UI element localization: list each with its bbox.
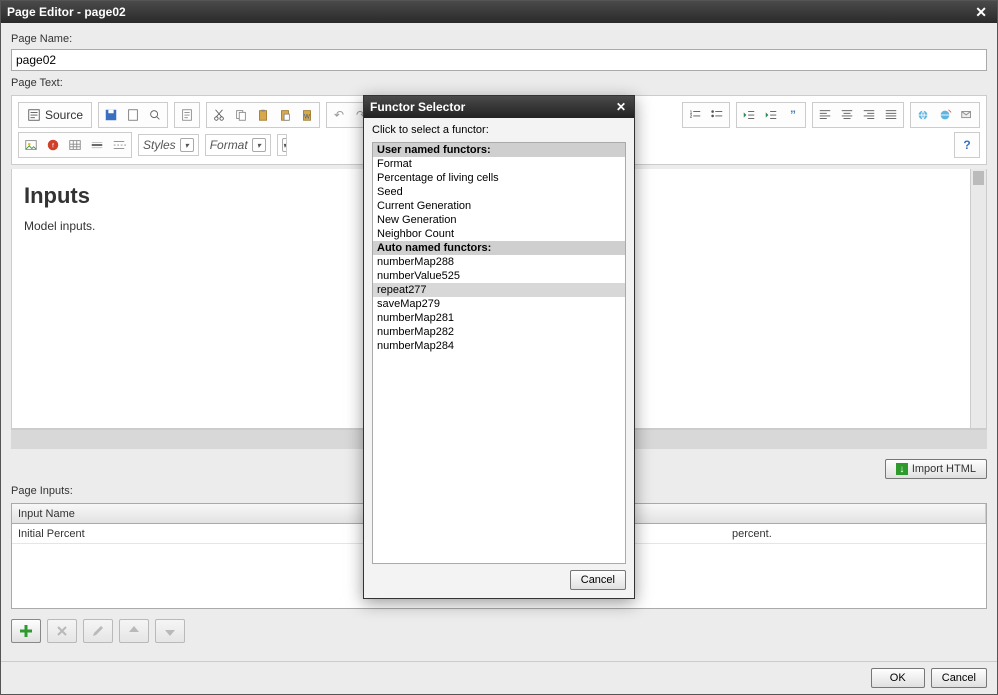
edit-input-button[interactable]: [83, 619, 113, 643]
window-title: Page Editor - page02: [7, 5, 126, 19]
functor-item[interactable]: numberMap282: [373, 325, 625, 339]
outdent-icon[interactable]: [739, 105, 759, 125]
add-input-button[interactable]: [11, 619, 41, 643]
unlink-icon[interactable]: [935, 105, 955, 125]
align-center-icon[interactable]: [837, 105, 857, 125]
indent-icon[interactable]: [761, 105, 781, 125]
titlebar: Page Editor - page02 ✕: [1, 1, 997, 23]
modal-titlebar: Functor Selector ✕: [364, 96, 634, 118]
align-justify-icon[interactable]: [881, 105, 901, 125]
ordered-list-icon[interactable]: 12: [685, 105, 705, 125]
link-icon[interactable]: [913, 105, 933, 125]
modal-title: Functor Selector: [370, 100, 465, 114]
page-name-label: Page Name:: [11, 33, 987, 45]
table-icon[interactable]: [65, 135, 85, 155]
input-name-cell: Initial Percent: [12, 524, 362, 543]
functor-item[interactable]: repeat277: [373, 283, 625, 297]
functor-group-header: User named functors:: [373, 143, 625, 157]
svg-text:W: W: [304, 114, 310, 121]
move-up-button[interactable]: [119, 619, 149, 643]
svg-text:f: f: [52, 143, 54, 150]
paste-text-icon[interactable]: [275, 105, 295, 125]
blockquote-icon[interactable]: ”: [783, 105, 803, 125]
flash-icon[interactable]: f: [43, 135, 63, 155]
cut-icon[interactable]: [209, 105, 229, 125]
editor-scrollbar[interactable]: [970, 169, 986, 428]
help-icon[interactable]: ?: [957, 135, 977, 155]
preview-icon[interactable]: [145, 105, 165, 125]
page-name-input[interactable]: [11, 49, 987, 71]
functor-item[interactable]: Current Generation: [373, 199, 625, 213]
functor-item[interactable]: numberMap284: [373, 339, 625, 353]
unordered-list-icon[interactable]: [707, 105, 727, 125]
styles-select[interactable]: Styles▾: [138, 134, 199, 156]
functor-selector-dialog: Functor Selector ✕ Click to select a fun…: [363, 95, 635, 599]
format-select[interactable]: Format▾: [205, 134, 271, 156]
source-button[interactable]: Source: [21, 105, 89, 125]
anchor-icon[interactable]: [957, 105, 977, 125]
functor-item[interactable]: saveMap279: [373, 297, 625, 311]
modal-cancel-button[interactable]: Cancel: [570, 570, 626, 590]
functor-item[interactable]: Format: [373, 157, 625, 171]
functor-item[interactable]: numberValue525: [373, 269, 625, 283]
page-editor-window: Page Editor - page02 ✕ Page Name: Page T…: [0, 0, 998, 695]
align-right-icon[interactable]: [859, 105, 879, 125]
close-icon[interactable]: ✕: [971, 4, 991, 21]
remove-input-button[interactable]: [47, 619, 77, 643]
page-text-label: Page Text:: [11, 77, 987, 89]
functor-group-header: Auto named functors:: [373, 241, 625, 255]
dialog-footer: OK Cancel: [1, 661, 997, 694]
ok-button[interactable]: OK: [871, 668, 925, 688]
paste-word-icon[interactable]: W: [297, 105, 317, 125]
import-arrow-icon: ↓: [896, 463, 908, 475]
hr-icon[interactable]: [87, 135, 107, 155]
modal-close-icon[interactable]: ✕: [614, 100, 628, 114]
functor-item[interactable]: numberMap288: [373, 255, 625, 269]
modal-prompt: Click to select a functor:: [372, 124, 626, 136]
copy-icon[interactable]: [231, 105, 251, 125]
move-down-button[interactable]: [155, 619, 185, 643]
functor-item[interactable]: Seed: [373, 185, 625, 199]
image-icon[interactable]: [21, 135, 41, 155]
paste-icon[interactable]: [253, 105, 273, 125]
functor-list[interactable]: User named functors:FormatPercentage of …: [372, 142, 626, 564]
new-page-icon[interactable]: [123, 105, 143, 125]
svg-text:2: 2: [690, 114, 693, 119]
align-left-icon[interactable]: [815, 105, 835, 125]
functor-item[interactable]: Percentage of living cells: [373, 171, 625, 185]
cancel-button[interactable]: Cancel: [931, 668, 987, 688]
functor-item[interactable]: Neighbor Count: [373, 227, 625, 241]
undo-icon[interactable]: ↶: [329, 105, 349, 125]
import-html-button[interactable]: ↓Import HTML: [885, 459, 987, 479]
input-action-buttons: [11, 619, 987, 643]
functor-item[interactable]: numberMap281: [373, 311, 625, 325]
functor-item[interactable]: New Generation: [373, 213, 625, 227]
pagebreak-icon[interactable]: [109, 135, 129, 155]
font-select[interactable]: ▾: [277, 134, 287, 156]
templates-icon[interactable]: [177, 105, 197, 125]
save-icon[interactable]: [101, 105, 121, 125]
